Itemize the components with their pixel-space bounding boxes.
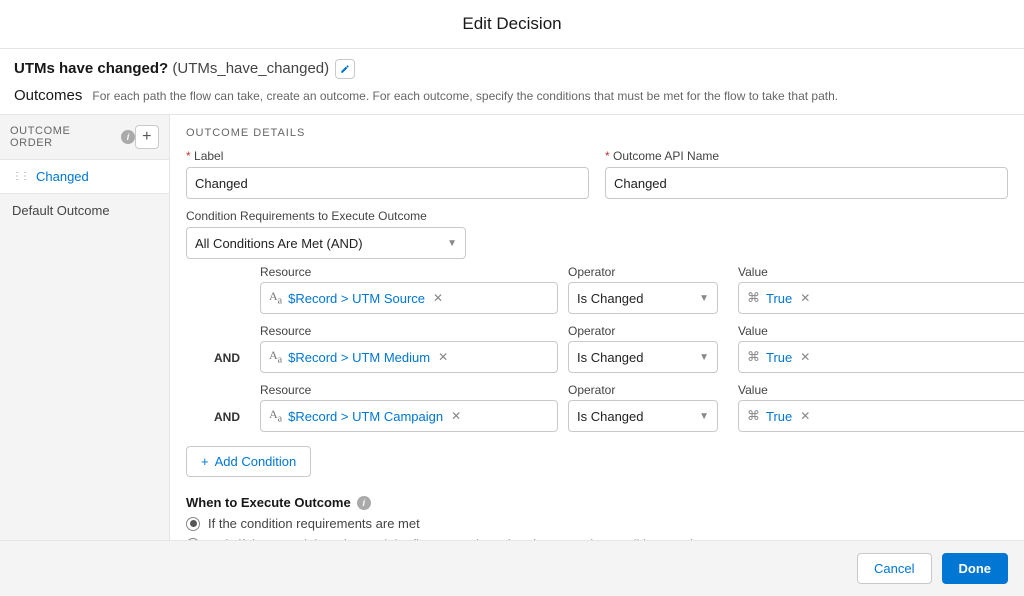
link-icon: ⌘ (747, 290, 760, 306)
done-button[interactable]: Done (942, 553, 1009, 584)
clear-icon[interactable]: ✕ (433, 291, 443, 305)
operator-column-label: Operator (568, 383, 728, 397)
value-column-label: Value (738, 265, 1024, 279)
condition-requirements-select[interactable]: All Conditions Are Met (AND) ▼ (186, 227, 466, 259)
decision-label: UTMs have changed? (14, 60, 168, 77)
outcomes-description: Outcomes For each path the flow can take… (0, 83, 1024, 115)
operator-value: Is Changed (577, 291, 644, 306)
value-input[interactable]: ⌘ True ✕ (738, 282, 1024, 314)
text-type-icon: Aa (269, 348, 282, 365)
link-icon: ⌘ (747, 349, 760, 365)
outcome-order-sidebar: OUTCOME ORDER i + ⋮⋮ Changed Default Out… (0, 115, 170, 540)
drag-handle-icon[interactable]: ⋮⋮ (12, 171, 28, 182)
label-field-label: Label (186, 149, 589, 163)
resource-pill: $Record > UTM Medium (288, 350, 430, 365)
value-pill: True (766, 409, 792, 424)
operator-value: Is Changed (577, 350, 644, 365)
chevron-down-icon: ▼ (699, 352, 709, 363)
logic-operator: AND (214, 410, 250, 432)
logic-operator (214, 306, 250, 314)
edit-decision-button[interactable] (335, 59, 355, 79)
outcomes-help: For each path the flow can take, create … (92, 89, 838, 103)
text-type-icon: Aa (269, 407, 282, 424)
operator-select[interactable]: Is Changed ▼ (568, 282, 718, 314)
when-option-1-label: If the condition requirements are met (208, 516, 420, 531)
link-icon: ⌘ (747, 408, 760, 424)
resource-column-label: Resource (260, 383, 558, 397)
condition-requirements-value: All Conditions Are Met (AND) (195, 236, 363, 251)
info-icon[interactable]: i (121, 130, 135, 144)
operator-select[interactable]: Is Changed ▼ (568, 341, 718, 373)
modal-title: Edit Decision (0, 0, 1024, 49)
condition-row: AND Resource Aa $Record > UTM Medium ✕ Operat… (214, 324, 1008, 373)
chevron-down-icon: ▼ (699, 293, 709, 304)
logic-operator: AND (214, 351, 250, 373)
resource-column-label: Resource (260, 324, 558, 338)
sidebar-item-label: Changed (36, 169, 89, 184)
clear-icon[interactable]: ✕ (800, 291, 810, 305)
clear-icon[interactable]: ✕ (451, 409, 461, 423)
value-input[interactable]: ⌘ True ✕ (738, 341, 1024, 373)
value-pill: True (766, 291, 792, 306)
value-pill: True (766, 350, 792, 365)
value-column-label: Value (738, 383, 1024, 397)
sidebar-item-default-outcome[interactable]: Default Outcome (0, 194, 169, 227)
value-column-label: Value (738, 324, 1024, 338)
label-input[interactable]: Changed (186, 167, 589, 199)
condition-row: AND Resource Aa $Record > UTM Campaign ✕ Oper… (214, 383, 1008, 432)
info-icon[interactable]: i (357, 496, 371, 510)
outcome-details-panel: OUTCOME DETAILS Label Changed Outcome AP… (170, 115, 1024, 540)
clear-icon[interactable]: ✕ (438, 350, 448, 364)
operator-select[interactable]: Is Changed ▼ (568, 400, 718, 432)
chevron-down-icon: ▼ (447, 238, 457, 249)
when-option-1[interactable]: If the condition requirements are met (186, 516, 1008, 531)
outcomes-heading: Outcomes (14, 87, 82, 104)
sidebar-header-label: OUTCOME ORDER (10, 125, 115, 149)
plus-icon: + (201, 454, 209, 469)
add-condition-button[interactable]: + Add Condition (186, 446, 311, 477)
condition-requirements-label: Condition Requirements to Execute Outcom… (186, 209, 1008, 223)
sidebar-item-label: Default Outcome (12, 203, 110, 218)
clear-icon[interactable]: ✕ (800, 350, 810, 364)
decision-title-bar: UTMs have changed? (UTMs_have_changed) (0, 49, 1024, 83)
api-name-field-label: Outcome API Name (605, 149, 1008, 163)
operator-value: Is Changed (577, 409, 644, 424)
cancel-button[interactable]: Cancel (857, 553, 931, 584)
resource-pill: $Record > UTM Campaign (288, 409, 443, 424)
text-type-icon: Aa (269, 289, 282, 306)
decision-api-name: (UTMs_have_changed) (172, 60, 329, 77)
api-name-input[interactable]: Changed (605, 167, 1008, 199)
operator-column-label: Operator (568, 324, 728, 338)
resource-column-label: Resource (260, 265, 558, 279)
modal-footer: Cancel Done (0, 540, 1024, 596)
resource-pill: $Record > UTM Source (288, 291, 425, 306)
condition-row: Resource Aa $Record > UTM Source ✕ Operator I… (214, 265, 1008, 314)
operator-column-label: Operator (568, 265, 728, 279)
outcome-details-heading: OUTCOME DETAILS (186, 127, 1008, 139)
resource-input[interactable]: Aa $Record > UTM Medium ✕ (260, 341, 558, 373)
add-outcome-button[interactable]: + (135, 125, 159, 149)
radio-icon (186, 517, 200, 531)
sidebar-item-changed[interactable]: ⋮⋮ Changed (0, 159, 169, 194)
resource-input[interactable]: Aa $Record > UTM Source ✕ (260, 282, 558, 314)
when-to-execute-heading: When to Execute Outcome (186, 495, 351, 510)
clear-icon[interactable]: ✕ (800, 409, 810, 423)
value-input[interactable]: ⌘ True ✕ (738, 400, 1024, 432)
resource-input[interactable]: Aa $Record > UTM Campaign ✕ (260, 400, 558, 432)
pencil-icon (340, 64, 350, 74)
add-condition-label: Add Condition (215, 454, 297, 469)
chevron-down-icon: ▼ (699, 411, 709, 422)
